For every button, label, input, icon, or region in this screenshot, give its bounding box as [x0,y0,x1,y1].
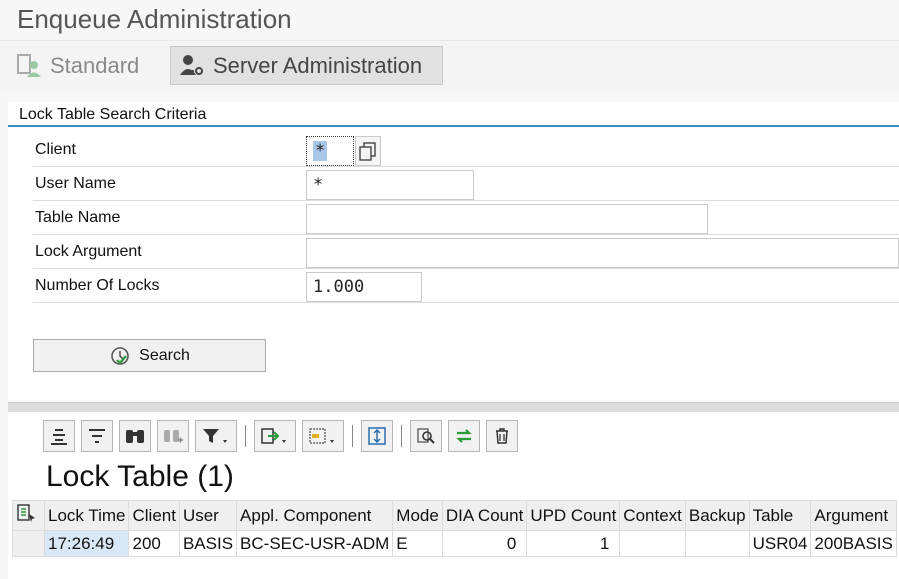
select-all-button[interactable] [12,500,45,531]
toolbar-separator [352,425,353,447]
binoculars-icon [126,430,144,443]
column-header-user[interactable]: User [178,500,238,531]
cell-upd-count[interactable]: 1 [526,530,621,557]
layout-icon [309,428,334,444]
refresh-icon [456,429,472,443]
column-header-table[interactable]: Table [748,500,812,531]
client-label: Client [35,141,76,158]
number-of-locks-label: Number Of Locks [35,277,160,294]
cell-client[interactable]: 200 [128,530,180,557]
app-title: Enqueue Administration [17,4,292,34]
toolbar-separator [245,425,246,447]
lock-argument-row: Lock Argument [33,235,899,269]
criteria-header-label: Lock Table Search Criteria [19,106,207,123]
align-center-button[interactable] [43,420,75,452]
find-next-button[interactable] [157,420,189,452]
row-selector[interactable] [12,530,45,557]
cell-lock-time[interactable]: 17:26:49 [43,530,130,557]
server-admin-icon [180,54,203,75]
alv-toolbar [43,419,524,453]
delete-icon [496,428,508,444]
cell-table[interactable]: USR04 [748,530,812,557]
splitter[interactable] [8,402,899,412]
user-name-field[interactable]: * [306,170,474,200]
export-button[interactable] [254,420,296,452]
search-button[interactable]: Search [33,339,266,372]
number-of-locks-field[interactable]: 1.000 [306,272,422,302]
column-header-context[interactable]: Context [619,500,686,531]
zoom-button[interactable] [410,420,442,452]
number-of-locks-row: Number Of Locks 1.000 [33,269,899,303]
client-value: * [313,141,328,161]
execute-icon [111,346,129,365]
cell-context[interactable] [619,530,686,557]
table-name-row: Table Name [33,201,899,235]
align-list-icon [89,429,105,443]
column-header-appl-component[interactable]: Appl. Component [236,500,394,531]
column-header-upd-count[interactable]: UPD Count [526,500,621,531]
tab-bar: Standard Server Administration [0,40,899,92]
column-header-client[interactable]: Client [128,500,180,531]
client-row: Client * [33,133,899,167]
select-all-icon [17,504,35,522]
cell-user[interactable]: BASIS [178,530,238,557]
cell-dia-count[interactable]: 0 [441,530,528,557]
user-name-row: User Name * [33,167,899,201]
table-row[interactable]: 17:26:49 200 BASIS BC-SEC-USR-ADM E 0 1 … [12,530,897,557]
column-header-lock-time[interactable]: Lock Time [43,500,130,531]
expand-icon [368,427,386,445]
delete-button[interactable] [486,420,518,452]
filter-icon [203,429,227,443]
expand-button[interactable] [361,420,393,452]
refresh-button[interactable] [448,420,480,452]
lock-argument-field[interactable] [306,238,899,268]
multiple-selection-button[interactable] [355,136,381,166]
column-header-argument[interactable]: Argument [810,500,897,531]
lock-table-grid: Lock Time Client User Appl. Component Mo… [12,500,897,557]
search-button-label: Search [139,346,190,364]
export-icon [261,428,286,444]
title-bar: Enqueue Administration [0,0,899,40]
tab-standard[interactable]: Standard [14,46,139,85]
user-name-label: User Name [35,175,116,192]
lock-argument-label: Lock Argument [35,243,142,260]
column-header-backup[interactable]: Backup [684,500,750,531]
find-next-icon [164,430,183,443]
lock-table-panel: Lock Table (1) Lock Time Client User App… [8,412,899,579]
find-button[interactable] [119,420,151,452]
cell-backup[interactable] [684,530,750,557]
filter-button[interactable] [195,420,237,452]
client-field[interactable]: * [306,136,354,166]
multiple-selection-icon [359,142,376,161]
tab-standard-label: Standard [50,52,140,78]
lock-table-title: Lock Table (1) [46,460,234,493]
align-center-icon [51,429,67,445]
toolbar-separator [401,425,402,447]
table-name-field[interactable] [306,204,708,234]
table-name-label: Table Name [35,209,121,226]
search-criteria-panel: Lock Table Search Criteria Client * User… [8,102,899,400]
zoom-icon [417,428,435,444]
align-list-button[interactable] [81,420,113,452]
cell-argument[interactable]: 200BASIS [810,530,897,557]
criteria-header: Lock Table Search Criteria [8,102,899,127]
tab-server-administration[interactable]: Server Administration [170,46,443,85]
column-header-dia-count[interactable]: DIA Count [441,500,528,531]
layout-button[interactable] [302,420,344,452]
table-header-row: Lock Time Client User Appl. Component Mo… [12,500,897,531]
user-screen-icon [17,53,41,77]
cell-mode[interactable]: E [392,530,443,557]
tab-server-administration-label: Server Administration [213,52,423,78]
cell-appl-component[interactable]: BC-SEC-USR-ADM [236,530,394,557]
column-header-mode[interactable]: Mode [392,500,443,531]
